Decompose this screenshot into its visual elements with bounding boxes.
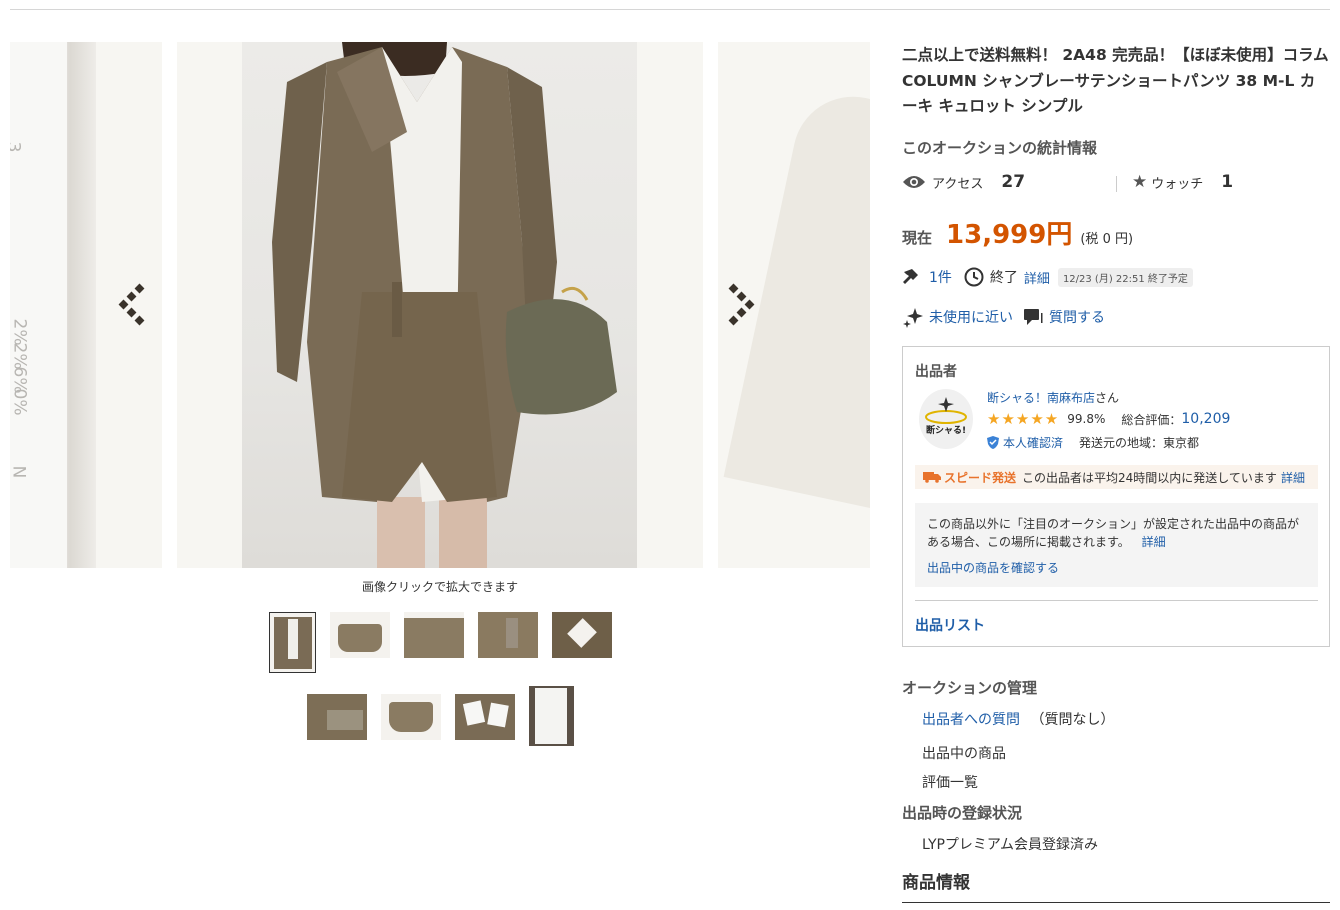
star-icon: ★ bbox=[1132, 172, 1148, 192]
price-label: 現在 bbox=[902, 229, 933, 247]
speed-shipping-label: スピード発送 bbox=[944, 470, 1017, 485]
thumbnail-row bbox=[0, 686, 880, 746]
end-detail-link[interactable]: 詳細 bbox=[1024, 268, 1050, 287]
thumbnail-row bbox=[0, 612, 880, 673]
top-divider bbox=[10, 9, 1330, 10]
gallery-next-arrow-icon[interactable] bbox=[728, 283, 760, 326]
end-time-badge: 12/23 (月) 22:51 終了予定 bbox=[1057, 267, 1193, 287]
condition-row: 未使用に近い 質問する bbox=[902, 306, 1105, 328]
stats-divider bbox=[1116, 176, 1117, 192]
rating-stars-icon: ★★★★★ bbox=[987, 410, 1060, 428]
promo-text: この商品以外に「注目のオークション」が設定された出品中の商品がある場合、この場所… bbox=[927, 517, 1300, 549]
watch-count[interactable]: ★ ウォッチ 1 bbox=[1132, 172, 1233, 192]
seller-question-link[interactable]: 出品者への質問 bbox=[922, 712, 1020, 728]
thumbnail-3[interactable] bbox=[403, 612, 464, 658]
gallery-prev-arrow-icon[interactable] bbox=[118, 283, 150, 326]
price-value: 13,999円 bbox=[946, 220, 1073, 250]
seller-name-link[interactable]: 断シャる！南麻布店 bbox=[987, 391, 1095, 405]
seller-divider bbox=[915, 600, 1318, 601]
speed-shipping-text: この出品者は平均24時間以内に発送しています bbox=[1022, 470, 1277, 485]
care-label-text: 2% bbox=[10, 318, 30, 346]
ratings-list-link[interactable]: 評価一覧 bbox=[922, 772, 978, 792]
care-label-image: 3 2% 2% 6% 0% N bbox=[10, 42, 68, 568]
care-label-text: 3 bbox=[10, 142, 23, 153]
seller-listings-link[interactable]: 出品中の商品 bbox=[922, 743, 1006, 763]
eye-icon bbox=[903, 176, 925, 188]
condition-link[interactable]: 未使用に近い bbox=[929, 307, 1013, 327]
item-title: 二点以上で送料無料！ 2A48 完売品！【ほぼ未使用】コラム COLUMN シャ… bbox=[902, 46, 1329, 115]
access-label: アクセス bbox=[932, 176, 984, 192]
clock-icon bbox=[964, 267, 984, 287]
thumbnail-8[interactable] bbox=[454, 694, 515, 740]
current-price: 現在 13,999円 (税 0 円) bbox=[902, 214, 1133, 251]
price-tax: (税 0 円) bbox=[1080, 232, 1134, 247]
registration-status: LYPプレミアム会員登録済み bbox=[922, 837, 1098, 853]
bid-info-row: 1件 終了 詳細 12/23 (月) 22:51 終了予定 bbox=[902, 267, 1193, 287]
gallery-main-image[interactable] bbox=[177, 42, 703, 568]
registration-heading: 出品時の登録状況 bbox=[902, 804, 1023, 822]
ask-question-button[interactable]: 質問する bbox=[1049, 307, 1105, 327]
listing-list-link[interactable]: 出品リスト bbox=[915, 615, 985, 635]
stats-heading: このオークションの統計情報 bbox=[902, 139, 1098, 157]
speed-shipping-banner: スピード発送 この出品者は平均24時間以内に発送しています 詳細 bbox=[915, 465, 1318, 489]
watch-label: ウォッチ bbox=[1151, 176, 1204, 192]
ship-from: 発送元の地域：東京都 bbox=[1079, 436, 1200, 450]
verified-shield-icon bbox=[987, 436, 999, 449]
image-gallery[interactable]: 3 2% 2% 6% 0% N bbox=[10, 42, 870, 568]
care-label-text: 2% bbox=[10, 342, 30, 370]
access-value: 27 bbox=[1001, 172, 1026, 192]
gavel-icon bbox=[903, 269, 918, 284]
auction-stats: アクセス 27 ★ ウォッチ 1 bbox=[902, 172, 1330, 196]
gallery-caption: 画像クリックで拡大できます bbox=[361, 580, 518, 594]
thumbnail-1[interactable] bbox=[268, 612, 316, 673]
thumbnail-6[interactable] bbox=[306, 694, 367, 740]
watch-value: 1 bbox=[1221, 172, 1234, 192]
seller-box: 出品者 断シャる! 断シャる！南麻布店さん ★★★★★ 99.8% 総合評価： … bbox=[902, 346, 1330, 647]
thumbnail-9[interactable] bbox=[528, 686, 574, 746]
thumbnail-2[interactable] bbox=[329, 612, 390, 658]
truck-icon bbox=[923, 472, 941, 483]
view-listings-link[interactable]: 出品中の商品を確認する bbox=[927, 559, 1306, 577]
seller-heading: 出品者 bbox=[915, 364, 957, 380]
care-label-text: 0% bbox=[10, 388, 30, 416]
outfit-photo bbox=[272, 42, 617, 568]
seller-info: 断シャる！南麻布店さん ★★★★★ 99.8% 総合評価： 10,209 本人確… bbox=[987, 389, 1230, 451]
promo-detail-link[interactable]: 詳細 bbox=[1142, 535, 1166, 549]
total-rating-label: 総合評価： bbox=[1121, 412, 1182, 427]
thumbnail-4[interactable] bbox=[477, 612, 538, 658]
care-label-text: N bbox=[10, 465, 29, 479]
seller-avatar[interactable]: 断シャる! bbox=[919, 389, 973, 449]
thumbnail-5[interactable] bbox=[551, 612, 612, 658]
featured-auction-box: この商品以外に「注目のオークション」が設定された出品中の商品がある場合、この場所… bbox=[915, 503, 1318, 587]
thumbnail-7[interactable] bbox=[380, 694, 441, 740]
sparkle-icon bbox=[903, 308, 923, 328]
avatar-text: 断シャる! bbox=[926, 424, 966, 436]
verified-link[interactable]: 本人確認済 bbox=[1003, 434, 1063, 451]
end-label: 終了 bbox=[989, 270, 1018, 286]
seller-question-row: 出品者への質問 （質問なし） bbox=[922, 709, 1114, 729]
total-rating-link[interactable]: 10,209 bbox=[1181, 411, 1230, 427]
seller-logo: 断シャる! bbox=[925, 397, 967, 436]
product-info-heading: 商品情報 bbox=[902, 873, 970, 893]
access-count: アクセス 27 bbox=[902, 172, 1025, 192]
product-info-divider bbox=[902, 902, 1330, 903]
question-note: （質問なし） bbox=[1030, 712, 1115, 728]
speed-detail-link[interactable]: 詳細 bbox=[1281, 469, 1305, 486]
management-heading: オークションの管理 bbox=[902, 679, 1038, 697]
rating-percent: 99.8% bbox=[1067, 412, 1106, 426]
seller-suffix: さん bbox=[1095, 391, 1120, 405]
bid-count-link[interactable]: 1件 bbox=[929, 267, 952, 287]
chat-icon bbox=[1024, 309, 1043, 325]
